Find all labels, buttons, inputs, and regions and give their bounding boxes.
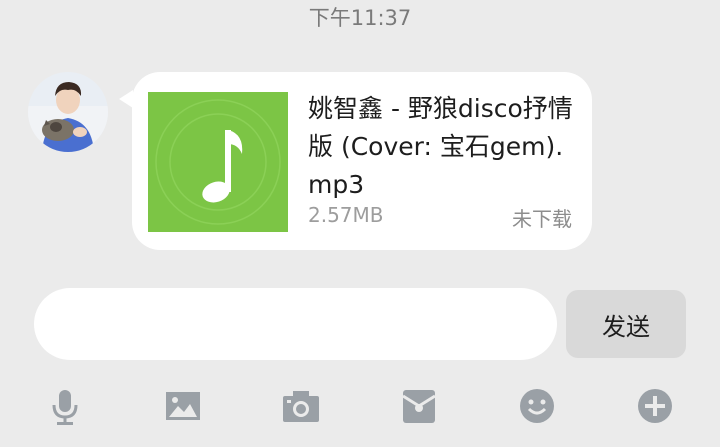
sender-avatar[interactable] — [28, 72, 108, 152]
image-icon[interactable] — [163, 386, 203, 426]
bubble-tail — [119, 90, 133, 108]
download-status: 未下载 — [512, 207, 572, 231]
emoji-icon[interactable] — [517, 386, 557, 426]
red-packet-icon[interactable] — [399, 386, 439, 426]
microphone-icon[interactable] — [45, 386, 85, 426]
message-input[interactable] — [34, 288, 557, 360]
camera-icon[interactable] — [281, 386, 321, 426]
send-button[interactable]: 发送 — [566, 290, 686, 358]
file-size: 2.57MB — [308, 203, 384, 227]
file-thumbnail — [148, 92, 288, 232]
message-timestamp: 下午11:37 — [308, 6, 412, 30]
file-message-bubble[interactable]: 姚智鑫 - 野狼disco抒情版 (Cover: 宝石gem).mp3 2.57… — [132, 72, 592, 250]
music-note-icon — [155, 99, 281, 225]
chat-screen: 下午11:37 姚智鑫 - 野狼disco抒情版 (Cover: 宝石gem). — [0, 0, 720, 447]
plus-icon[interactable] — [635, 386, 675, 426]
file-name: 姚智鑫 - 野狼disco抒情版 (Cover: 宝石gem).mp3 — [308, 94, 573, 199]
